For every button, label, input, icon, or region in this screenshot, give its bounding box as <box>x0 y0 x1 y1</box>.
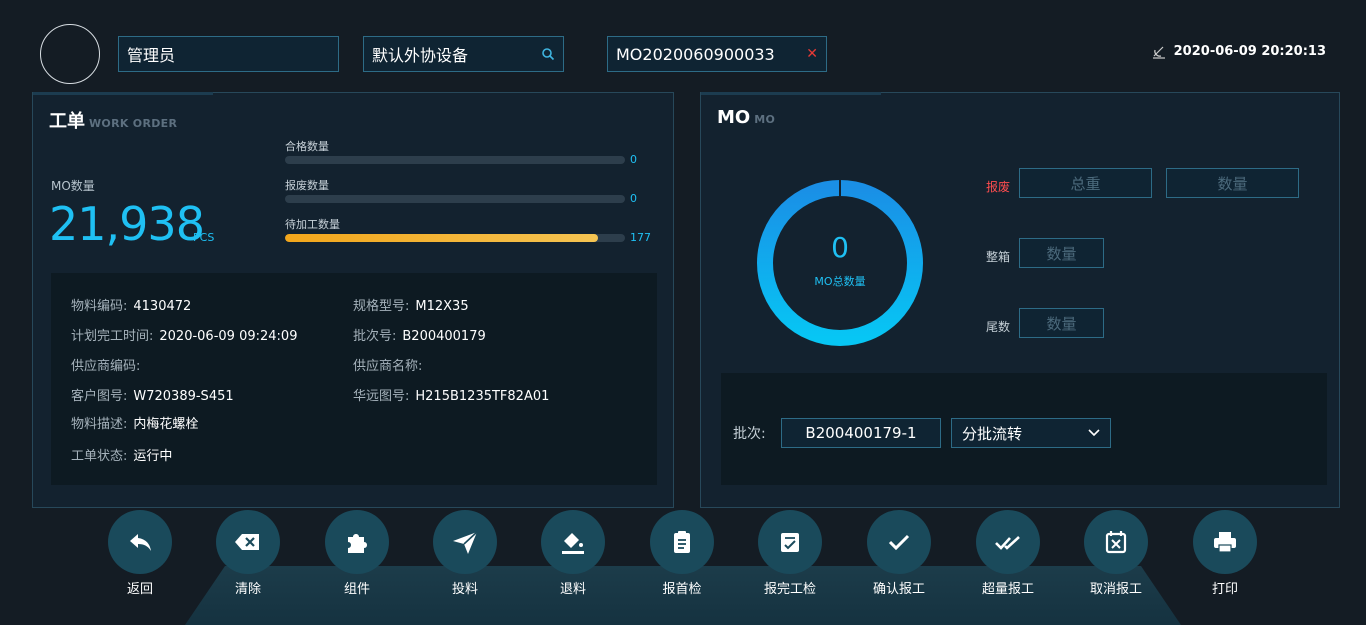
avatar[interactable] <box>40 24 100 84</box>
back-button[interactable]: 返回 <box>100 510 180 597</box>
reply-icon <box>130 534 151 551</box>
clear-button[interactable]: 清除 <box>208 510 288 597</box>
scrap-qty-bar <box>285 195 625 203</box>
pending-qty-value: 177 <box>630 231 651 244</box>
search-icon[interactable] <box>541 47 555 61</box>
backspace-icon <box>235 534 259 550</box>
pending-qty-bar <box>285 234 625 242</box>
mo-title: MO MO <box>717 107 776 128</box>
qualified-qty-value: 0 <box>630 153 637 166</box>
device-name: 默认外协设备 <box>372 46 469 65</box>
full-box-qty-input[interactable]: 数量 <box>1019 238 1104 268</box>
batch-label: 批次: <box>733 426 766 442</box>
mo-total-value: 0 <box>831 231 849 264</box>
clear-icon[interactable]: ✕ <box>806 46 818 62</box>
supplier-code: 供应商编码: <box>71 359 141 374</box>
qualified-qty-label: 合格数量 <box>285 140 329 153</box>
calendar-x-icon <box>1105 531 1127 554</box>
satellite-icon <box>1152 46 1165 59</box>
check-list-icon <box>781 533 799 552</box>
batch-number: 批次号: B200400179 <box>353 329 486 344</box>
mo-total-label: MO总数量 <box>814 275 866 288</box>
scrap-qty-input[interactable]: 数量 <box>1166 168 1299 198</box>
batch-area: 批次: B200400179-1 分批流转 <box>721 373 1327 485</box>
split-flow-select[interactable]: 分批流转 <box>951 418 1111 448</box>
hy-drawing: 华远图号: H215B1235TF82A01 <box>353 389 550 404</box>
return-material-button[interactable]: 退料 <box>533 510 613 597</box>
scrap-weight-input[interactable]: 总重 <box>1019 168 1152 198</box>
plan-time: 计划完工时间: 2020-06-09 09:24:09 <box>71 329 298 344</box>
mo-qty-value: 21,938 <box>49 197 205 251</box>
full-box-label: 整箱 <box>986 250 1011 264</box>
over-report-button[interactable]: 超量报工 <box>968 510 1048 597</box>
mo-qty-unit: PCS <box>193 231 215 244</box>
material-code: 物料编码: 4130472 <box>71 299 192 314</box>
customer-drawing: 客户图号: W720389-S451 <box>71 389 234 404</box>
tail-qty-input[interactable]: 数量 <box>1019 308 1104 338</box>
paint-bucket-icon <box>562 533 584 554</box>
mo-number-field[interactable]: MO2020060900033 ✕ <box>607 36 827 72</box>
chevron-down-icon <box>1088 429 1100 437</box>
first-inspection-button[interactable]: 报首检 <box>642 510 722 597</box>
work-order-details: 物料编码: 4130472 规格型号: M12X35 计划完工时间: 2020-06-… <box>51 273 657 485</box>
clipboard-icon <box>674 531 690 553</box>
scrap-label: 报废 <box>986 180 1011 194</box>
datetime: 2020-06-09 20:20:13 <box>1173 44 1326 59</box>
mo-qty-label: MO数量 <box>51 179 95 193</box>
user-field[interactable]: 管理员 <box>118 36 339 72</box>
scrap-qty-label: 报废数量 <box>285 179 329 192</box>
send-icon <box>453 531 478 554</box>
pending-qty-label: 待加工数量 <box>285 218 340 231</box>
device-search-field[interactable]: 默认外协设备 <box>363 36 564 72</box>
feed-button[interactable]: 投料 <box>425 510 505 597</box>
puzzle-icon <box>348 534 367 553</box>
spec: 规格型号: M12X35 <box>353 299 469 314</box>
user-name: 管理员 <box>127 46 176 65</box>
printer-icon <box>1214 532 1236 553</box>
work-order-status: 工单状态: 运行中 <box>71 449 173 464</box>
cancel-report-button[interactable]: 取消报工 <box>1076 510 1156 597</box>
mo-number: MO2020060900033 <box>616 44 775 64</box>
split-flow-value: 分批流转 <box>962 424 1023 443</box>
clock: 2020-06-09 20:20:13 <box>1152 44 1326 59</box>
batch-input[interactable]: B200400179-1 <box>781 418 941 448</box>
material-desc: 物料描述: 内梅花螺栓 <box>71 417 199 432</box>
work-order-panel: 工单 WORK ORDER MO数量 21,938 PCS 合格数量 0 报废数量… <box>32 92 674 508</box>
print-button[interactable]: 打印 <box>1185 510 1265 597</box>
mo-panel: MO MO 0 MO总数量 报废 总重 数量 整箱 数量 尾数 数量 批次: B2… <box>700 92 1340 508</box>
completion-inspection-button[interactable]: 报完工检 <box>750 510 830 597</box>
supplier-name: 供应商名称: <box>353 359 423 374</box>
confirm-report-button[interactable]: 确认报工 <box>859 510 939 597</box>
component-button[interactable]: 组件 <box>317 510 397 597</box>
check-icon <box>888 534 910 551</box>
scrap-qty-value: 0 <box>630 192 637 205</box>
qualified-qty-bar <box>285 156 625 164</box>
work-order-title: 工单 WORK ORDER <box>49 111 178 132</box>
double-check-icon <box>995 536 1020 550</box>
tail-label: 尾数 <box>986 320 1011 334</box>
